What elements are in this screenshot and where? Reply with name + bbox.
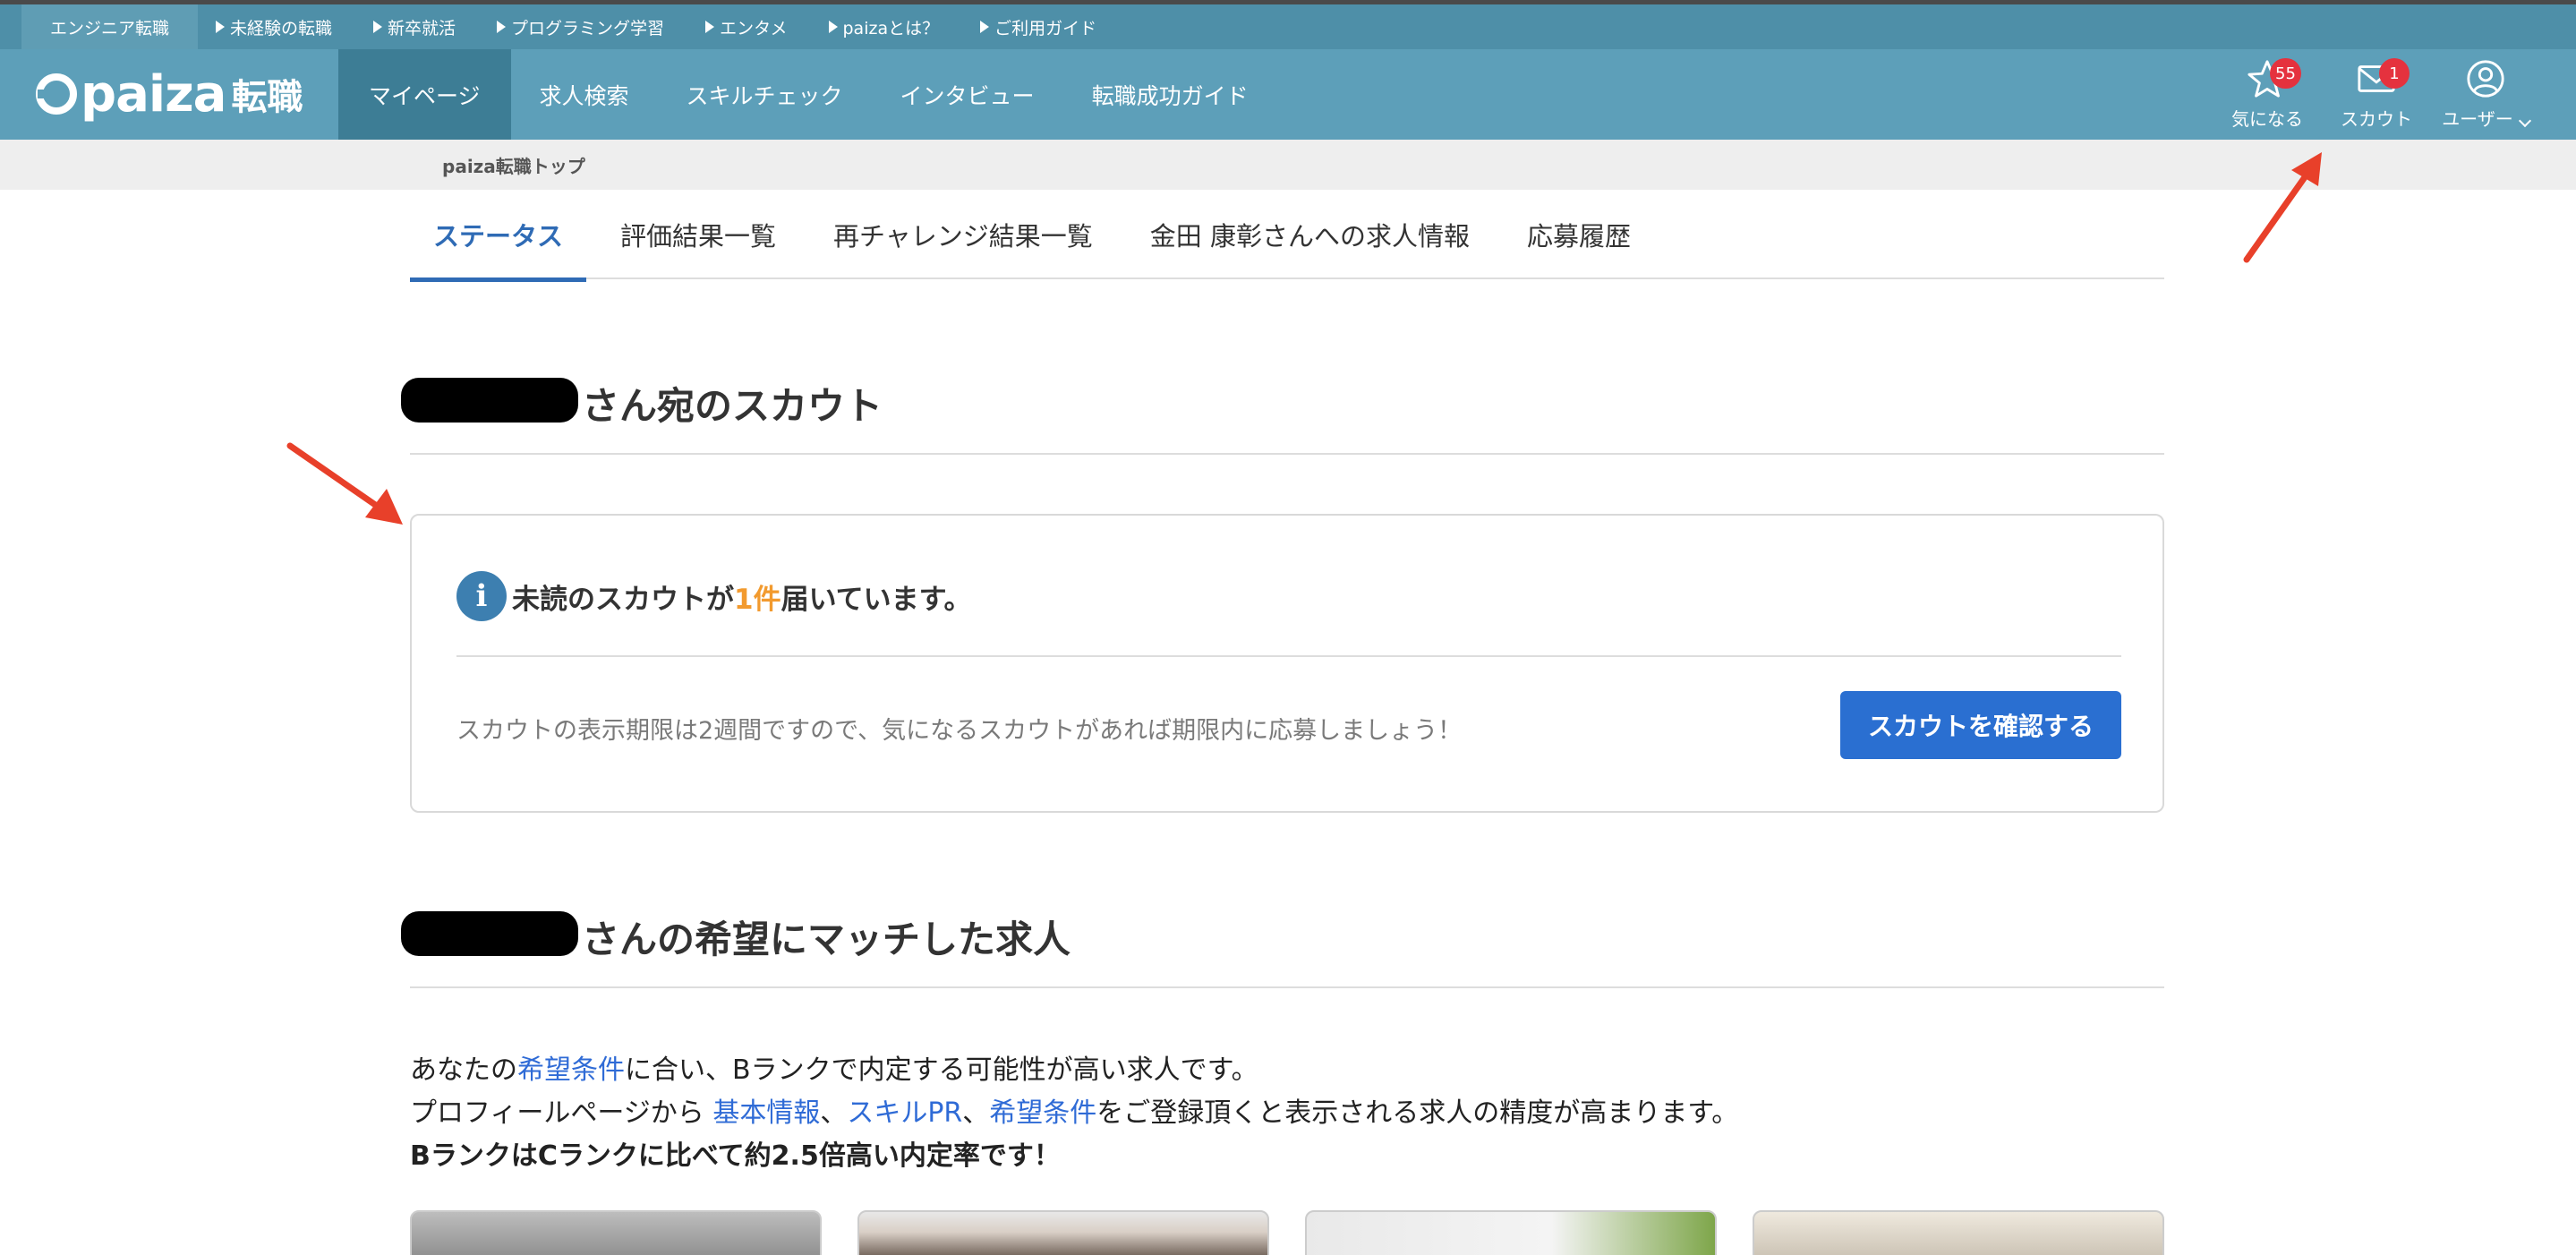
mypage-tabs: ステータス 評価結果一覧 再チャレンジ結果一覧 金田 康彰さんへの求人情報 応募… bbox=[410, 190, 2164, 282]
triangle-icon bbox=[980, 21, 990, 33]
scout-label: スカウト bbox=[2341, 108, 2412, 130]
scout-deadline-notice: スカウトの表示期限は2週間ですので、気になるスカウトがあれば期限内に応募しましょ… bbox=[456, 717, 1463, 745]
nav-mypage[interactable]: マイページ bbox=[338, 49, 511, 140]
separator: 、 bbox=[962, 1097, 990, 1129]
subnav-engineer[interactable]: エンジニア転職 bbox=[21, 4, 199, 49]
info-icon: i bbox=[456, 571, 507, 621]
subnav-inexperienced[interactable]: 未経験の転職 bbox=[198, 4, 355, 49]
scout-count-badge: 1 bbox=[2379, 58, 2410, 89]
tab-label: 再チャレンジ結果一覧 bbox=[833, 221, 1093, 252]
match-rank-note: BランクはCランクに比べて約2.5倍高い内定率です！ bbox=[410, 1140, 1061, 1172]
unread-scout-message: 未読のスカウトが1件届いています。 bbox=[512, 576, 972, 617]
unread-prefix: 未読のスカウトが bbox=[512, 584, 734, 616]
subnav-label: エンタメ bbox=[720, 18, 788, 38]
chevron-down-icon bbox=[2518, 114, 2531, 128]
breadcrumb: paiza転職トップ bbox=[0, 140, 2576, 190]
text: をご登録頂くと表示される求人の精度が高まります。 bbox=[1096, 1097, 1739, 1129]
tab-application-history[interactable]: 応募履歴 bbox=[1504, 190, 1654, 279]
logo-mark-icon bbox=[36, 73, 77, 115]
nav-label: 転職成功ガイド bbox=[1091, 82, 1249, 109]
header-icon-group: 55 気になる 1 スカウト ユーザー bbox=[2213, 49, 2540, 140]
main-nav-tabs: マイページ 求人検索 スキルチェック インタビュー 転職成功ガイド bbox=[338, 49, 1277, 140]
nav-interview[interactable]: インタビュー bbox=[872, 49, 1063, 140]
subnav-label: ご利用ガイド bbox=[994, 18, 1097, 38]
check-scout-button[interactable]: スカウトを確認する bbox=[1840, 691, 2121, 759]
nav-label: スキルチェック bbox=[686, 82, 843, 109]
match-description-line1: あなたの希望条件に合い、Bランクで内定する可能性が高い求人です。 bbox=[410, 1047, 1258, 1087]
preferences-link[interactable]: 希望条件 bbox=[989, 1097, 1096, 1129]
user-menu-button[interactable]: ユーザー bbox=[2431, 49, 2540, 140]
main-navigation: paiza 転職 マイページ 求人検索 スキルチェック インタビュー 転職成功ガ… bbox=[0, 49, 2576, 140]
subnav-entertainment[interactable]: エンタメ bbox=[687, 4, 810, 49]
subnav-about[interactable]: paizaとは？ bbox=[811, 4, 963, 49]
triangle-icon bbox=[216, 21, 226, 33]
subnav-newgrad[interactable]: 新卒就活 bbox=[355, 4, 479, 49]
box-divider bbox=[456, 655, 2121, 657]
redacted-name bbox=[401, 911, 578, 956]
tab-job-info[interactable]: 金田 康彰さんへの求人情報 bbox=[1127, 190, 1493, 279]
skill-pr-link[interactable]: スキルPR bbox=[847, 1097, 962, 1129]
nav-job-search[interactable]: 求人検索 bbox=[511, 49, 658, 140]
divider bbox=[410, 986, 2164, 988]
logo-subtitle: 転職 bbox=[231, 77, 303, 118]
subnav-label: エンジニア転職 bbox=[50, 18, 170, 38]
text: あなたの bbox=[410, 1054, 517, 1086]
subnav-label: プログラミング学習 bbox=[511, 18, 665, 38]
user-label-wrap: ユーザー bbox=[2442, 105, 2531, 131]
subnav-guide[interactable]: ご利用ガイド bbox=[962, 4, 1120, 49]
match-section-title: さんの希望にマッチした求人 bbox=[582, 918, 1071, 961]
breadcrumb-home-link[interactable]: paiza転職トップ bbox=[442, 152, 585, 178]
scout-notice-box: i 未読のスカウトが1件届いています。 スカウトの表示期限は2週間ですので、気に… bbox=[410, 514, 2164, 813]
text: に合い、Bランクで内定する可能性が高い求人です。 bbox=[625, 1054, 1258, 1086]
job-card[interactable] bbox=[857, 1210, 1269, 1255]
preferences-link[interactable]: 希望条件 bbox=[517, 1054, 625, 1086]
favorite-count-badge: 55 bbox=[2270, 58, 2301, 89]
nav-success-guide[interactable]: 転職成功ガイド bbox=[1063, 49, 1277, 140]
job-card[interactable] bbox=[410, 1210, 822, 1255]
job-card[interactable] bbox=[1305, 1210, 1717, 1255]
annotation-arrow-icon bbox=[2243, 152, 2322, 263]
sub-navigation: エンジニア転職 未経験の転職 新卒就活 プログラミング学習 エンタメ paiza… bbox=[0, 4, 2576, 49]
tab-label: ステータス bbox=[433, 221, 564, 252]
tab-evaluation-results[interactable]: 評価結果一覧 bbox=[597, 190, 799, 279]
subnav-learning[interactable]: プログラミング学習 bbox=[479, 4, 687, 49]
favorite-button[interactable]: 55 気になる bbox=[2213, 49, 2322, 140]
job-card[interactable] bbox=[1753, 1210, 2164, 1255]
basic-info-link[interactable]: 基本情報 bbox=[712, 1097, 820, 1129]
redacted-name bbox=[401, 378, 578, 423]
nav-label: 求人検索 bbox=[539, 82, 629, 109]
tab-label: 応募履歴 bbox=[1526, 221, 1631, 252]
subnav-label: 新卒就活 bbox=[388, 18, 456, 38]
triangle-icon bbox=[828, 21, 838, 33]
nav-label: マイページ bbox=[369, 82, 481, 109]
user-label: ユーザー bbox=[2442, 108, 2513, 130]
scout-button[interactable]: 1 スカウト bbox=[2322, 49, 2431, 140]
tab-rechallenge-results[interactable]: 再チャレンジ結果一覧 bbox=[810, 190, 1116, 279]
tab-label: 金田 康彰さんへの求人情報 bbox=[1149, 221, 1470, 252]
match-description-line2: プロフィールページから 基本情報、スキルPR、希望条件をご登録頂くと表示される求… bbox=[410, 1090, 1738, 1130]
text: プロフィールページから bbox=[410, 1097, 713, 1129]
user-icon bbox=[2467, 60, 2504, 98]
subnav-label: 未経験の転職 bbox=[230, 18, 333, 38]
triangle-icon bbox=[497, 21, 507, 33]
tab-status[interactable]: ステータス bbox=[410, 190, 587, 282]
logo-word: paiza bbox=[81, 64, 226, 124]
triangle-icon bbox=[705, 21, 715, 33]
unread-suffix: 届いています。 bbox=[780, 584, 972, 616]
separator: 、 bbox=[820, 1097, 848, 1129]
triangle-icon bbox=[373, 21, 383, 33]
scout-section-title: さん宛のスカウト bbox=[582, 384, 883, 428]
tab-label: 評価結果一覧 bbox=[620, 221, 777, 252]
divider bbox=[410, 453, 2164, 455]
nav-skill-check[interactable]: スキルチェック bbox=[658, 49, 872, 140]
favorite-label: 気になる bbox=[2231, 108, 2303, 130]
subnav-label: paizaとは？ bbox=[842, 18, 940, 38]
paiza-logo[interactable]: paiza 転職 bbox=[36, 64, 303, 124]
nav-label: インタビュー bbox=[900, 82, 1035, 109]
annotation-arrow-icon bbox=[286, 442, 403, 525]
unread-count: 1件 bbox=[734, 584, 781, 616]
